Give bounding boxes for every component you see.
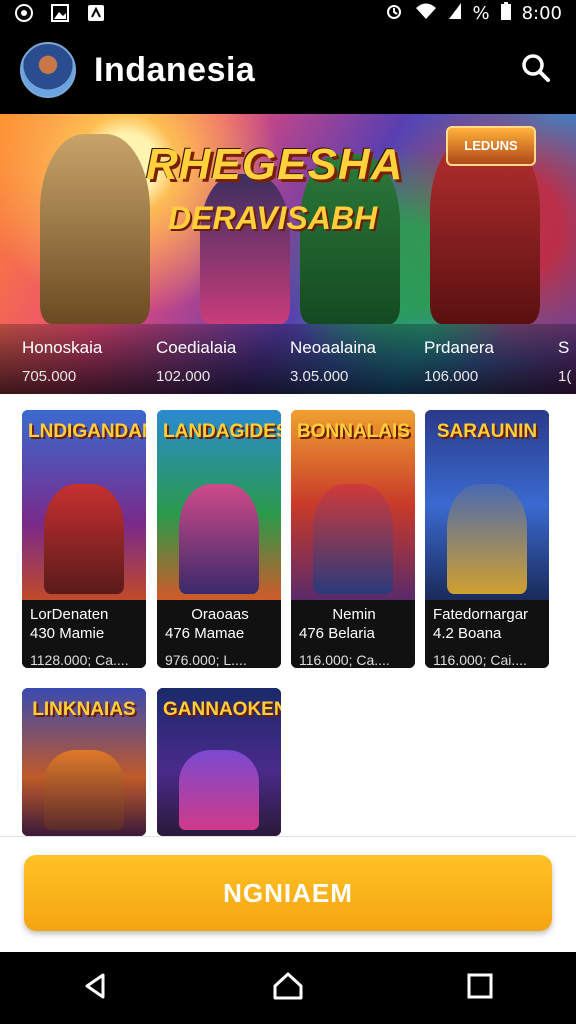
game-card-name: LorDenaten <box>30 606 109 623</box>
hero-category-count: 705.000 <box>22 368 77 385</box>
game-card-art-title: SARAUNIN <box>436 421 538 442</box>
hero-category-name: Neoaalaina <box>290 338 377 357</box>
alarm-icon <box>384 1 404 26</box>
game-card[interactable]: SARAUNIN Fatedornargar 4.2 Boana 116.000… <box>425 410 549 668</box>
hero-category-count: 3.05.000 <box>290 368 349 385</box>
hero-category-strip: Honoskaia 705.000 Coedialaia 102.000 Neo… <box>0 324 576 394</box>
hero-badge: LEDUNS <box>446 126 536 166</box>
primary-action-button[interactable]: NGNIAEM <box>24 855 552 931</box>
game-character <box>44 750 124 830</box>
hero-character <box>200 174 290 324</box>
hero-category-item[interactable]: Coedialaia 102.000 <box>134 324 268 394</box>
battery-percent: % <box>472 2 490 24</box>
game-card-art: GANNAOKEN <box>157 688 281 836</box>
game-card[interactable]: GANNAOKEN <box>157 688 281 836</box>
game-card[interactable]: BONNALAIS Nemin 476 Belaria 116.000; Ca.… <box>291 410 415 668</box>
game-card-name: Oraoaas <box>191 606 249 623</box>
game-card-meta: 116.000; Ca.... <box>299 652 390 668</box>
action-area: NGNIAEM <box>0 836 576 952</box>
game-card[interactable]: LNDIGANDANI LorDenaten 430 Mamie 1128.00… <box>22 410 146 668</box>
hero-title: RHEGESHA <box>146 140 404 189</box>
hero-category-item[interactable]: Honoskaia 705.000 <box>0 324 134 394</box>
game-card-name: Nemin <box>332 606 376 623</box>
home-icon <box>272 971 304 1006</box>
game-character <box>447 484 527 594</box>
hero-character <box>40 134 150 324</box>
game-card-meta: 1128.000; Ca.... <box>30 652 129 668</box>
hero-category-count: 106.000 <box>424 368 479 385</box>
hero-subtitle: DERAVISABH <box>168 200 378 236</box>
game-card-art-title: GANNAOKEN <box>163 699 281 720</box>
game-card-art: LANDAGIDES <box>157 410 281 600</box>
settings-icon <box>14 3 34 23</box>
recents-icon <box>466 972 494 1005</box>
system-nav-bar <box>0 952 576 1024</box>
recents-button[interactable] <box>450 958 510 1018</box>
game-card-info: Nemin 476 Belaria 116.000; Ca.... <box>291 600 415 668</box>
wifi-icon <box>414 1 438 26</box>
game-character <box>179 750 259 830</box>
signal-icon <box>448 1 462 26</box>
hero-category-item[interactable]: Prdanera 106.000 <box>402 324 536 394</box>
back-icon <box>81 971 111 1006</box>
game-card-subtitle: 476 Belaria <box>299 625 375 642</box>
game-character <box>313 484 393 594</box>
game-card-subtitle: 476 Mamae <box>165 625 245 642</box>
game-card-info: Fatedornargar 4.2 Boana 116.000; Cai.... <box>425 600 549 668</box>
hero-category-name: Prdanera <box>424 338 494 357</box>
hero-category-name: Honoskaia <box>22 338 103 357</box>
game-card-art: SARAUNIN <box>425 410 549 600</box>
search-icon <box>521 53 551 88</box>
game-card-art: LNDIGANDANI <box>22 410 146 600</box>
game-card[interactable]: LANDAGIDES Oraoaas 476 Mamae 976.000; L.… <box>157 410 281 668</box>
game-character <box>179 484 259 594</box>
hero-category-count: 1( <box>558 368 572 385</box>
game-card-art-title: BONNALAIS <box>297 421 410 442</box>
game-card-art-title: LANDAGIDES <box>163 421 281 442</box>
hero-category-item[interactable]: S 1( <box>536 324 576 394</box>
hero-banner[interactable]: RHEGESHA DERAVISABH LEDUNS Honoskaia 705… <box>0 114 576 394</box>
hero-category-name: S <box>558 338 570 357</box>
search-button[interactable] <box>516 50 556 90</box>
game-card-art-title: LINKNAIAS <box>32 699 136 720</box>
game-card-subtitle: 430 Mamie <box>30 625 105 642</box>
game-card-info: LorDenaten 430 Mamie 1128.000; Ca.... <box>22 600 146 668</box>
avatar[interactable] <box>20 42 76 98</box>
hero-category-name: Coedialaia <box>156 338 237 357</box>
app-bar: Indanesia <box>0 26 576 114</box>
notification-icon <box>86 3 106 23</box>
game-card-meta: 976.000; L.... <box>165 652 247 668</box>
game-card-name: Fatedornargar <box>433 606 529 623</box>
back-button[interactable] <box>66 958 126 1018</box>
game-card-art: BONNALAIS <box>291 410 415 600</box>
game-card-art: LINKNAIAS <box>22 688 146 836</box>
game-card-meta: 116.000; Cai.... <box>433 652 527 668</box>
hero-category-item[interactable]: Neoaalaina 3.05.000 <box>268 324 402 394</box>
status-bar: % 8:00 <box>0 0 576 26</box>
page-title: Indanesia <box>94 50 256 89</box>
game-card-info: Oraoaas 476 Mamae 976.000; L.... <box>157 600 281 668</box>
home-button[interactable] <box>258 958 318 1018</box>
game-grid: LNDIGANDANI LorDenaten 430 Mamie 1128.00… <box>0 394 576 836</box>
game-character <box>44 484 124 594</box>
game-card-subtitle: 4.2 Boana <box>433 625 502 642</box>
image-icon <box>50 3 70 23</box>
hero-category-count: 102.000 <box>156 368 211 385</box>
battery-icon <box>500 1 512 26</box>
game-card[interactable]: LINKNAIAS <box>22 688 146 836</box>
clock: 8:00 <box>521 2 562 24</box>
game-card-art-title: LNDIGANDANI <box>28 421 146 442</box>
